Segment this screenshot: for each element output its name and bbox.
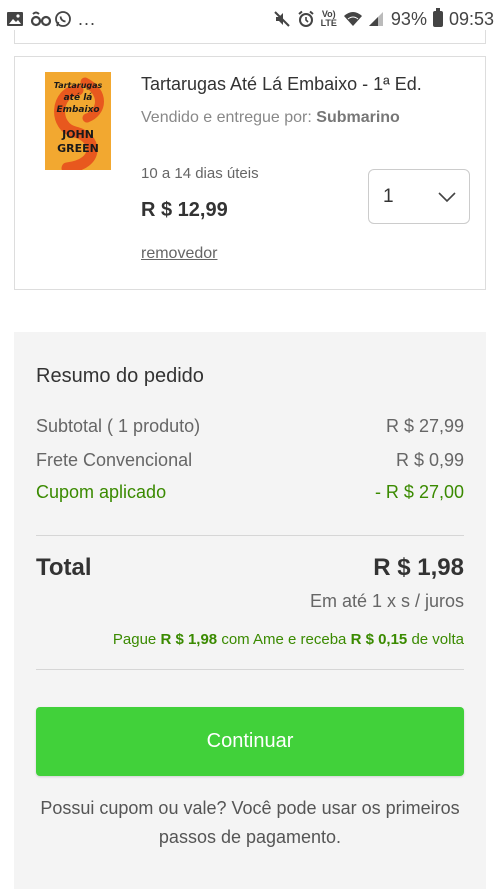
quantity-select[interactable]: 1 bbox=[368, 169, 470, 224]
ame-cashback: R $ 0,15 bbox=[350, 631, 408, 648]
summary-divider bbox=[36, 535, 464, 536]
svg-text:Tartarugas: Tartarugas bbox=[54, 81, 103, 90]
seller-info: Vendido e entregue por: Submarino bbox=[141, 109, 400, 127]
shipping-row: Frete Convencional R $ 0,99 bbox=[36, 450, 464, 471]
quantity-value: 1 bbox=[383, 185, 394, 207]
svg-text:JOHN: JOHN bbox=[61, 128, 94, 141]
status-bar-right: Vo) LTE 93% 09:53 bbox=[273, 8, 494, 30]
cart-item-card: Tartarugas até lá Embaixo JOHN GREEN Tar… bbox=[14, 56, 486, 290]
chevron-down-icon bbox=[438, 191, 456, 202]
continue-button[interactable]: Continuar bbox=[36, 707, 464, 776]
alarm-icon bbox=[297, 10, 315, 28]
svg-text:até lá: até lá bbox=[64, 92, 93, 103]
seller-label: Vendido e entregue por: bbox=[141, 109, 312, 126]
coupon-value: - R $ 27,00 bbox=[374, 482, 464, 502]
total-row: Total R $ 1,98 bbox=[36, 554, 464, 582]
subtotal-label: Subtotal ( 1 produto) bbox=[36, 416, 201, 436]
lte-icon: Vo) LTE bbox=[320, 9, 337, 28]
battery-percent: 93% bbox=[390, 8, 427, 29]
ame-suffix: de volta bbox=[411, 631, 464, 648]
order-summary: Resumo do pedido Subtotal ( 1 produto) R… bbox=[14, 332, 486, 889]
wifi-icon bbox=[343, 10, 362, 28]
coupon-row: Cupom aplicado - R $ 27,00 bbox=[36, 482, 464, 503]
previous-card-edge bbox=[14, 30, 486, 44]
mute-icon bbox=[273, 10, 291, 28]
subtotal-value: R $ 27,99 bbox=[385, 416, 464, 436]
ame-prefix: Pague bbox=[112, 631, 157, 648]
ame-amount: R $ 1,98 bbox=[160, 631, 218, 648]
clock: 09:53 bbox=[448, 8, 494, 29]
delivery-estimate: 10 a 14 dias úteis bbox=[141, 165, 259, 182]
image-icon bbox=[6, 10, 24, 28]
product-price: R $ 12,99 bbox=[141, 199, 228, 221]
coupon-footnote: Possui cupom ou vale? Você pode usar os … bbox=[40, 798, 460, 847]
whatsapp-icon bbox=[54, 10, 72, 28]
remove-item-link[interactable]: removedor bbox=[141, 245, 217, 263]
summary-heading: Resumo do pedido bbox=[36, 365, 204, 387]
seller-name: Submarino bbox=[316, 109, 400, 126]
coupon-label: Cupom aplicado bbox=[36, 482, 167, 502]
book-cover-image[interactable]: Tartarugas até lá Embaixo JOHN GREEN bbox=[45, 72, 111, 170]
shipping-label: Frete Convencional bbox=[36, 450, 193, 470]
notification-overflow: ... bbox=[78, 8, 97, 29]
installments-info: Em até 1 x s / juros bbox=[309, 591, 464, 611]
product-title[interactable]: Tartarugas Até Lá Embaixo - 1ª Ed. bbox=[141, 74, 422, 95]
battery-icon bbox=[432, 8, 443, 27]
svg-text:GREEN: GREEN bbox=[57, 142, 99, 155]
voicemail-icon bbox=[30, 10, 52, 28]
ame-cashback-info: Pague R $ 1,98 com Ame e receba R $ 0,15… bbox=[113, 631, 464, 648]
subtotal-row: Subtotal ( 1 produto) R $ 27,99 bbox=[36, 416, 464, 437]
svg-text:Embaixo: Embaixo bbox=[56, 105, 99, 115]
book-cover-art: Tartarugas até lá Embaixo JOHN GREEN bbox=[45, 72, 111, 170]
total-label: Total bbox=[36, 554, 92, 581]
total-value: R $ 1,98 bbox=[373, 554, 464, 581]
summary-divider-bottom bbox=[36, 669, 464, 670]
shipping-value: R $ 0,99 bbox=[395, 450, 464, 470]
signal-icon bbox=[367, 10, 385, 28]
status-bar-left: ... bbox=[6, 9, 96, 30]
ame-middle: com Ame e receba bbox=[221, 631, 347, 648]
